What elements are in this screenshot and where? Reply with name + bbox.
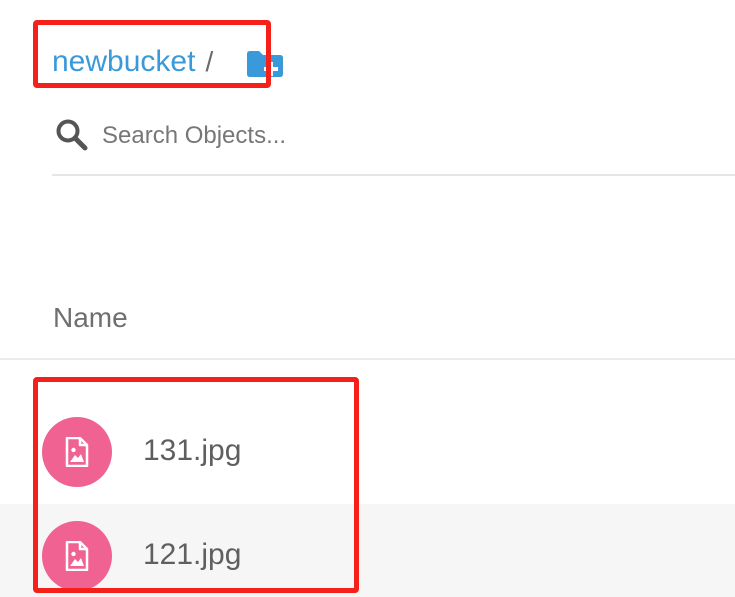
breadcrumb-separator: /: [205, 46, 214, 77]
search-input[interactable]: [102, 118, 702, 154]
table-header: Name: [0, 292, 735, 360]
file-name[interactable]: 121.jpg: [143, 538, 241, 572]
column-header-name[interactable]: Name: [53, 302, 128, 334]
search-icon: [55, 118, 89, 152]
breadcrumb: newbucket /: [52, 40, 213, 84]
table-row[interactable]: 121.jpg: [0, 504, 735, 597]
image-file-icon: [42, 521, 112, 591]
image-file-icon: [42, 417, 112, 487]
breadcrumb-bucket-link[interactable]: newbucket: [52, 45, 195, 79]
folder-plus-icon[interactable]: [245, 48, 285, 78]
file-name[interactable]: 131.jpg: [143, 434, 241, 468]
search-bar: [52, 112, 735, 176]
table-row[interactable]: 131.jpg: [0, 400, 735, 504]
